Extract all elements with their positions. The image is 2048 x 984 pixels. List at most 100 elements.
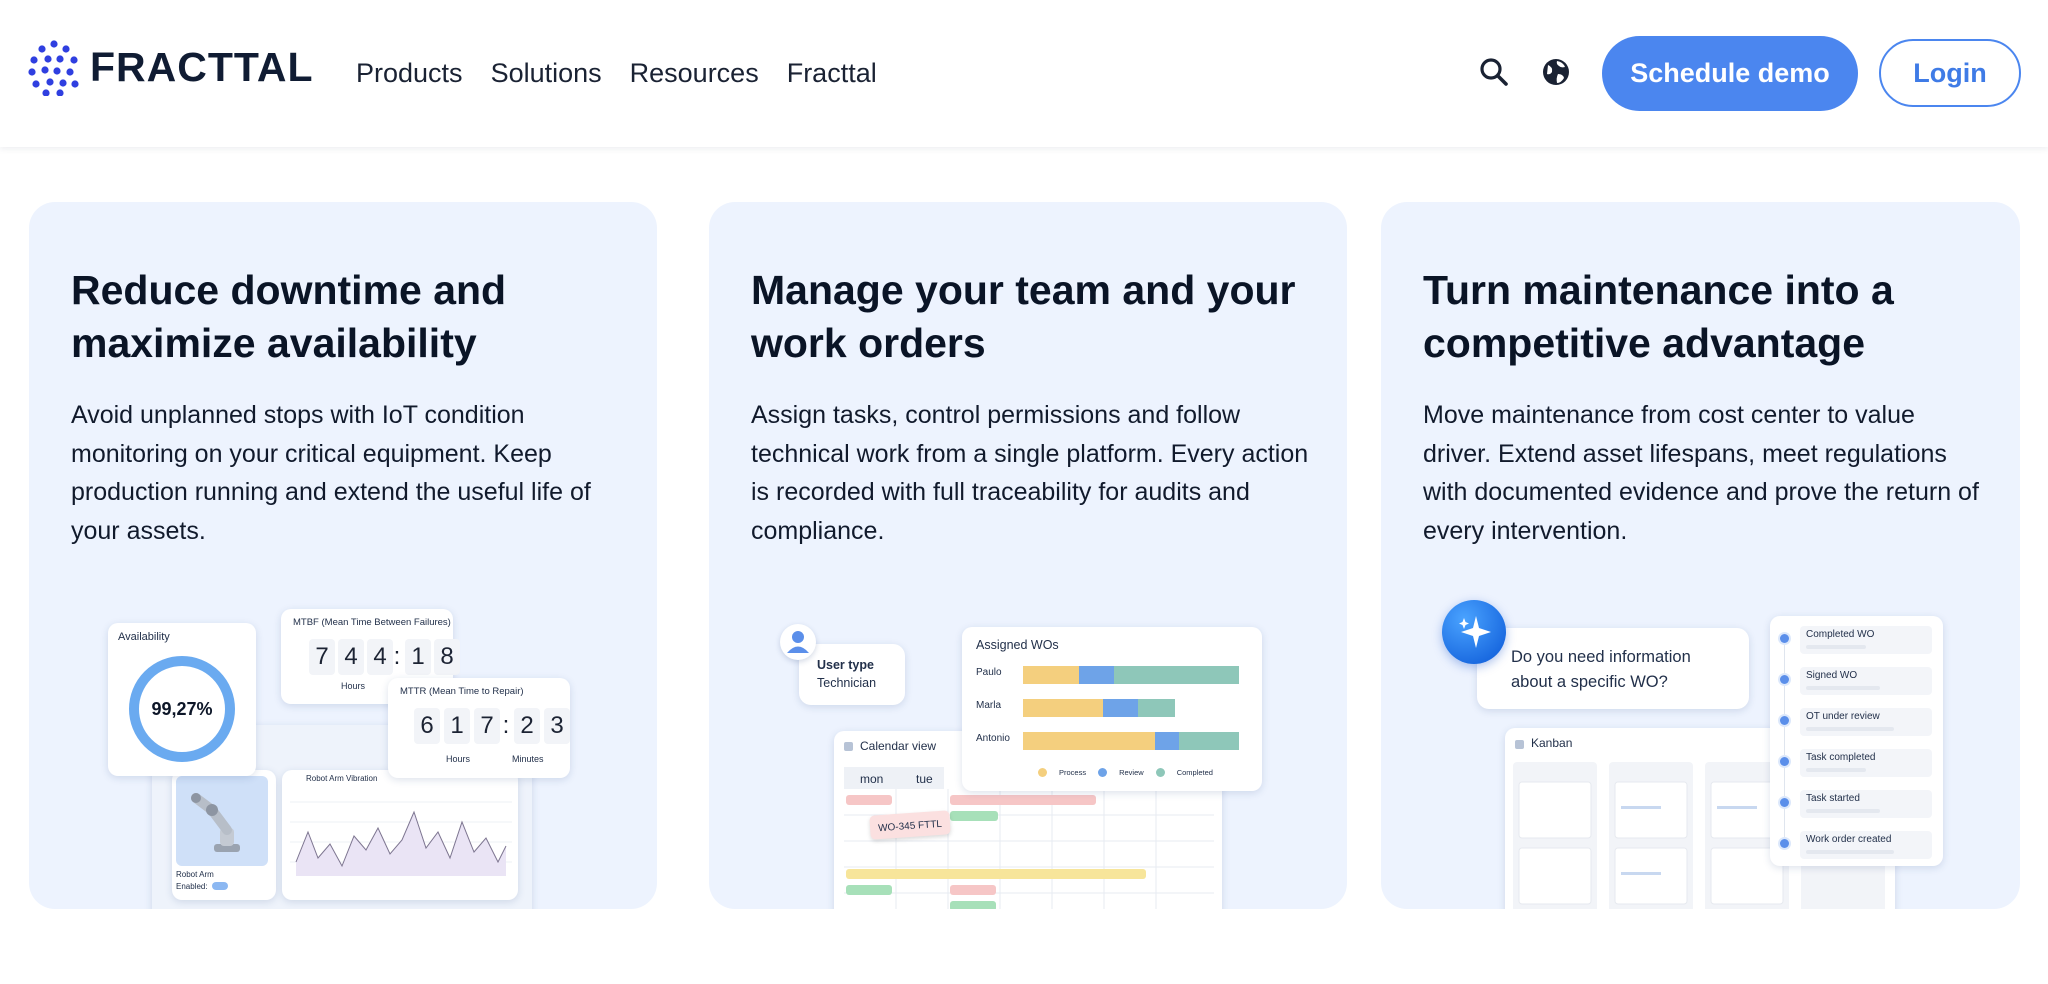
site-header: FRACTTAL Products Solutions Resources Fr… (0, 0, 2048, 147)
calendar-title: Calendar view (860, 739, 937, 753)
assigned-legend: Process Review Completed (1038, 768, 1213, 777)
mttr-label: MTTR (Mean Time to Repair) (400, 686, 524, 697)
wo-tag-label: WO-345 FTTL (877, 818, 943, 835)
mttr-separator: : (502, 712, 510, 739)
user-avatar (780, 624, 816, 660)
timeline-item-label: Signed WO (1806, 670, 1858, 681)
timeline-item-label: Task started (1806, 793, 1860, 804)
timeline-dot (1780, 634, 1789, 643)
user-type-value: Technician (817, 676, 877, 690)
assistant-question: Do you need information about a specific… (1511, 648, 1691, 691)
advantage-illustration: Kanban Do you need information about a s… (1381, 202, 2020, 909)
globe-icon[interactable] (1538, 54, 1574, 90)
legend-swatch-process (1038, 768, 1047, 777)
robot-arm-panel: Robot Arm Enabled: (172, 770, 276, 900)
mttr-widget: MTTR (Mean Time to Repair) 6 1 7 : 2 3 H… (388, 678, 570, 778)
calendar-icon (844, 742, 853, 751)
assigned-wos-widget: Assigned WOs Paulo Marla Antonio Process R… (962, 627, 1262, 791)
wo-timeline-widget: Completed WO Signed WO OT under review Task… (1770, 616, 1943, 866)
calendar-day-tue: tue (916, 772, 933, 786)
login-button[interactable]: Login (1879, 39, 2021, 107)
vibration-line-chart (290, 801, 512, 876)
timeline-dot (1780, 757, 1789, 766)
nav-solutions[interactable]: Solutions (491, 58, 602, 89)
feature-card-team: Manage your team and your work orders As… (709, 202, 1347, 909)
vibration-chart-panel: Robot Arm Vibration (282, 770, 518, 900)
robot-enabled-toggle[interactable] (212, 882, 228, 890)
mttr-unit-hours: Hours (446, 754, 471, 764)
calendar-day-mon: mon (860, 772, 884, 786)
team-illustration: Calendar view mon tue WO-345 FTTL User t… (709, 202, 1347, 909)
assigned-bar-completed (1179, 732, 1239, 750)
legend-review: Review (1119, 768, 1144, 777)
nav-fracttal[interactable]: Fracttal (787, 58, 877, 89)
assigned-wos-title: Assigned WOs (976, 638, 1059, 652)
assigned-bar-review (1103, 699, 1138, 717)
assistant-question-bubble: Do you need information about a specific… (1477, 628, 1749, 709)
vibration-title: Robot Arm Vibration (306, 774, 378, 783)
mtbf-digit: 8 (434, 639, 460, 675)
assigned-bar-completed (1138, 699, 1175, 717)
mtbf-digit: 4 (367, 639, 393, 675)
main-nav: Products Solutions Resources Fracttal (356, 58, 877, 89)
timeline-item-label: Task completed (1806, 752, 1876, 763)
sparkle-icon (1459, 616, 1491, 648)
mttr-unit-minutes: Minutes (512, 754, 544, 764)
timeline-item-label: Completed WO (1806, 629, 1875, 640)
assigned-row-name: Marla (976, 700, 1002, 711)
user-type-label: User type (817, 658, 874, 672)
ai-assistant-avatar[interactable] (1442, 600, 1506, 664)
feature-card-advantage: Turn maintenance into a competitive adva… (1381, 202, 2020, 909)
user-icon (787, 631, 809, 653)
legend-swatch-review (1098, 768, 1108, 777)
nav-resources[interactable]: Resources (630, 58, 759, 89)
mtbf-digit: 1 (405, 639, 431, 675)
brand-logo[interactable]: FRACTTAL (28, 38, 314, 96)
assigned-bar-review (1079, 666, 1114, 684)
assigned-bar-completed (1114, 666, 1239, 684)
timeline-line (1784, 636, 1785, 842)
timeline-item-bar (1806, 809, 1880, 813)
assigned-bar-process (1023, 732, 1155, 750)
legend-swatch-completed (1155, 768, 1165, 777)
timeline-item-bar (1806, 850, 1894, 854)
timeline-item-bar (1806, 686, 1880, 690)
mttr-digit: 3 (544, 708, 570, 744)
timeline-dot (1780, 716, 1789, 725)
legend-completed: Completed (1176, 768, 1213, 777)
feature-card-downtime: Reduce downtime and maximize availabilit… (29, 202, 657, 909)
nav-products[interactable]: Products (356, 58, 463, 89)
mtbf-digit: 4 (338, 639, 364, 675)
robot-arm-icon (191, 793, 240, 852)
timeline-item-bar (1806, 727, 1894, 731)
mttr-digit: 1 (444, 708, 470, 744)
timeline-dot (1780, 839, 1789, 848)
mtbf-unit: Hours (341, 681, 366, 691)
timeline-item-bar (1806, 645, 1866, 649)
search-icon[interactable] (1476, 54, 1512, 90)
kanban-icon (1515, 740, 1524, 749)
mttr-digit: 2 (514, 708, 540, 744)
assigned-row-name: Antonio (976, 733, 1010, 744)
mtbf-digit: 7 (309, 639, 335, 675)
logo-wordmark: FRACTTAL (90, 43, 314, 90)
calendar-grid (844, 789, 1214, 909)
robot-enabled-label: Enabled: (176, 882, 208, 891)
timeline-item-bar (1806, 768, 1866, 772)
availability-label: Availability (118, 631, 170, 643)
availability-value: 99,27% (151, 699, 213, 719)
page: FRACTTAL Products Solutions Resources Fr… (0, 0, 2048, 984)
legend-process: Process (1059, 768, 1087, 777)
kanban-title: Kanban (1531, 736, 1573, 750)
logo-dots-icon (28, 40, 79, 96)
assigned-row-name: Paulo (976, 667, 1002, 678)
timeline-item-label: Work order created (1806, 834, 1892, 845)
assigned-bar-process (1023, 666, 1079, 684)
mtbf-separator: : (393, 643, 401, 670)
assigned-bar-process (1023, 699, 1103, 717)
downtime-illustration: Robot Arm Enabled: Robot Arm Vibration A… (29, 202, 657, 909)
timeline-dot (1780, 798, 1789, 807)
availability-widget: Availability 99,27% (108, 623, 256, 776)
assigned-bar-review (1155, 732, 1179, 750)
schedule-demo-button[interactable]: Schedule demo (1602, 36, 1858, 111)
